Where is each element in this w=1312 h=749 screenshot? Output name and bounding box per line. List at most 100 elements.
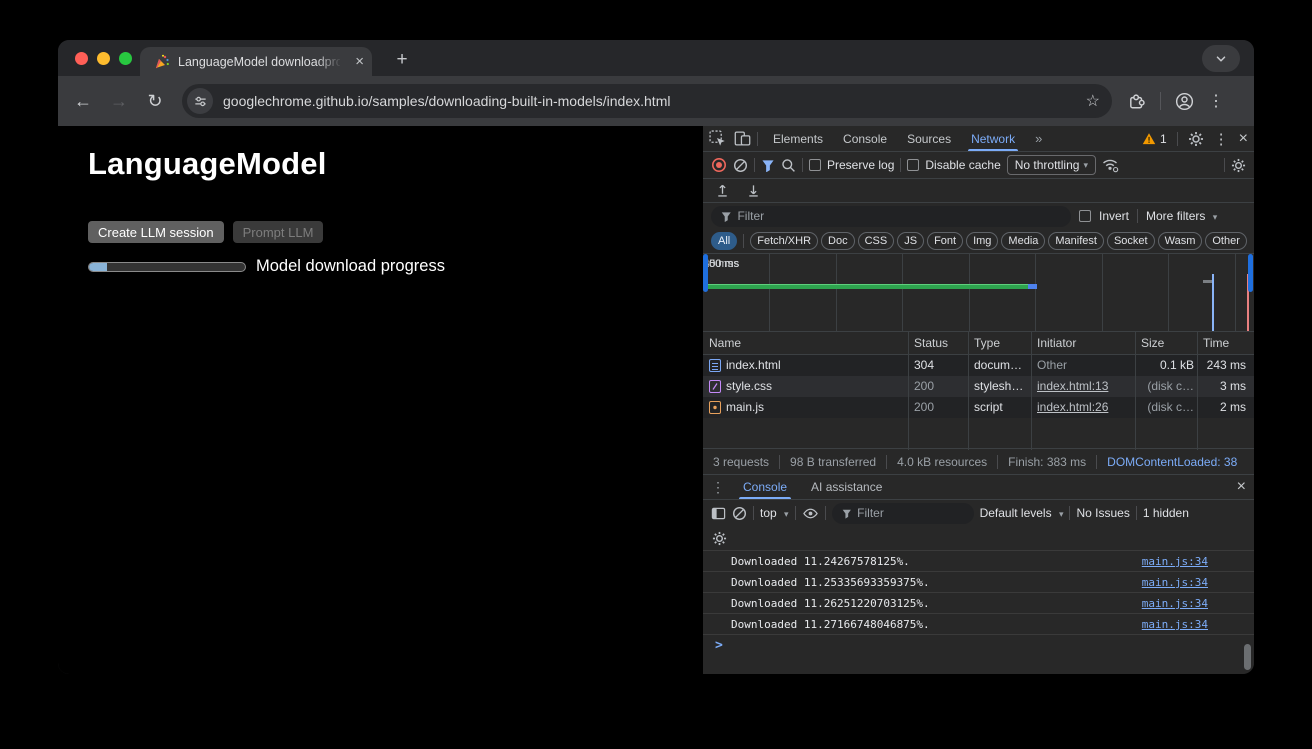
chip-doc[interactable]: Doc [821, 232, 855, 250]
column-time[interactable]: Time [1203, 332, 1229, 355]
column-size[interactable]: Size [1141, 332, 1164, 355]
new-tab-button[interactable]: + [388, 46, 416, 74]
chip-fetch-xhr[interactable]: Fetch/XHR [750, 232, 818, 250]
console-toolbar-separator5 [1136, 506, 1137, 520]
overview-left-handle[interactable] [703, 254, 708, 292]
url-text[interactable]: googlechrome.github.io/samples/downloadi… [223, 93, 1078, 109]
request-name: style.css [726, 376, 772, 397]
record-network-log-icon[interactable] [711, 157, 727, 173]
network-conditions-icon[interactable] [1102, 157, 1119, 173]
search-icon[interactable] [781, 158, 796, 173]
chip-img[interactable]: Img [966, 232, 998, 250]
drawer-tab-console[interactable]: Console [733, 475, 797, 499]
device-toolbar-icon[interactable] [734, 130, 751, 147]
network-filter-input[interactable] [737, 209, 1061, 223]
browser-tab[interactable]: LanguageModel downloadpro × [140, 47, 372, 76]
extensions-puzzle-icon[interactable] [1128, 92, 1146, 110]
devtools-close-icon[interactable]: × [1239, 130, 1248, 148]
chip-manifest[interactable]: Manifest [1048, 232, 1104, 250]
console-tab-underline [739, 497, 791, 499]
console-sidebar-toggle-icon[interactable] [711, 506, 726, 521]
disable-cache-checkbox[interactable] [907, 159, 919, 171]
network-settings-gear-icon[interactable] [1231, 158, 1246, 173]
network-overview-timeline[interactable]: 50 ms 100 ms 150 ms 200 ms 250 ms 300 ms… [703, 254, 1254, 332]
console-source-link[interactable]: main.js:34 [1142, 614, 1208, 635]
import-har-icon[interactable] [715, 183, 730, 198]
console-filter-funnel-icon [842, 508, 852, 519]
column-type[interactable]: Type [974, 332, 1000, 355]
console-message: Downloaded 11.25335693359375%. main.js:3… [703, 572, 1254, 593]
console-source-link[interactable]: main.js:34 [1142, 593, 1208, 614]
back-button[interactable]: ← [68, 91, 98, 112]
console-filter-input[interactable] [857, 506, 963, 520]
more-tabs-button[interactable]: » [1026, 126, 1051, 151]
tab-sources[interactable]: Sources [898, 126, 960, 151]
chevron-down-icon [1214, 52, 1228, 66]
request-row-style-css[interactable]: style.css 200 stylesh… index.html:13 (di… [703, 376, 1254, 397]
maximize-window-button[interactable] [119, 52, 132, 65]
browser-menu-icon[interactable]: ⋮ [1208, 91, 1224, 111]
chip-all[interactable]: All [711, 232, 737, 250]
create-llm-session-button[interactable]: Create LLM session [88, 221, 224, 243]
log-levels-select[interactable]: Default levels ▾ [980, 506, 1064, 520]
initiator-link[interactable]: index.html:13 [1037, 379, 1108, 393]
console-source-link[interactable]: main.js:34 [1142, 551, 1208, 572]
tab-search-chevron-button[interactable] [1202, 45, 1240, 72]
drawer-menu-icon[interactable]: ⋮ [711, 479, 725, 496]
chip-socket[interactable]: Socket [1107, 232, 1155, 250]
invert-label[interactable]: Invert [1099, 209, 1129, 223]
preserve-log-label[interactable]: Preserve log [827, 158, 894, 172]
console-prompt-chevron[interactable]: > [715, 638, 723, 653]
chip-css[interactable]: CSS [858, 232, 895, 250]
throttling-select[interactable]: No throttling ▾ [1007, 155, 1096, 175]
address-bar[interactable]: googlechrome.github.io/samples/downloadi… [182, 84, 1112, 118]
more-filters-button[interactable]: More filters ▾ [1146, 209, 1217, 223]
chip-media[interactable]: Media [1001, 232, 1045, 250]
hidden-messages-count[interactable]: 1 hidden [1143, 506, 1189, 520]
column-status[interactable]: Status [914, 332, 948, 355]
clear-console-icon[interactable] [732, 506, 747, 521]
settings-gear-icon[interactable] [1188, 131, 1204, 147]
request-row-index-html[interactable]: index.html 304 docum… Other 0.1 kB 243 m… [703, 355, 1254, 376]
warnings-badge[interactable]: 1 [1142, 132, 1167, 146]
close-window-button[interactable] [75, 52, 88, 65]
summary-separator [886, 455, 887, 469]
devtools-menu-icon[interactable]: ⋮ [1214, 130, 1229, 148]
forward-button[interactable]: → [104, 91, 134, 112]
drawer-tab-ai-assistance[interactable]: AI assistance [801, 475, 892, 499]
tab-elements[interactable]: Elements [764, 126, 832, 151]
bookmark-star-icon[interactable]: ☆ [1086, 91, 1100, 111]
column-initiator[interactable]: Initiator [1037, 332, 1076, 355]
initiator-link[interactable]: index.html:26 [1037, 400, 1108, 414]
chip-other[interactable]: Other [1205, 232, 1247, 250]
chip-font[interactable]: Font [927, 232, 963, 250]
drawer-close-icon[interactable]: × [1237, 478, 1246, 496]
profile-icon[interactable] [1175, 92, 1194, 111]
console-filter-input-wrap [832, 503, 974, 524]
export-har-icon[interactable] [746, 183, 761, 198]
console-source-link[interactable]: main.js:34 [1142, 572, 1208, 593]
minimize-window-button[interactable] [97, 52, 110, 65]
overview-right-handle[interactable] [1248, 254, 1253, 292]
tab-network[interactable]: Network [962, 126, 1024, 151]
issues-counter[interactable]: No Issues [1076, 506, 1129, 520]
chip-wasm[interactable]: Wasm [1158, 232, 1203, 250]
chip-js[interactable]: JS [897, 232, 924, 250]
request-type: script [974, 397, 1028, 418]
site-settings-button[interactable] [187, 88, 213, 114]
tab-console[interactable]: Console [834, 126, 896, 151]
console-scrollbar-thumb[interactable] [1244, 644, 1251, 670]
console-settings-gear-icon[interactable] [712, 531, 727, 546]
filter-funnel-icon[interactable] [761, 159, 775, 172]
context-selector[interactable]: top ▾ [760, 506, 789, 520]
disable-cache-label[interactable]: Disable cache [925, 158, 1000, 172]
inspect-element-icon[interactable] [709, 130, 726, 147]
column-name[interactable]: Name [709, 332, 741, 355]
invert-checkbox[interactable] [1079, 210, 1091, 222]
tab-close-icon[interactable]: × [355, 54, 364, 69]
request-row-main-js[interactable]: main.js 200 script index.html:26 (disk c… [703, 397, 1254, 418]
reload-button[interactable]: ↻ [140, 91, 170, 112]
live-expression-eye-icon[interactable] [802, 506, 819, 521]
preserve-log-checkbox[interactable] [809, 159, 821, 171]
clear-network-log-icon[interactable] [733, 158, 748, 173]
